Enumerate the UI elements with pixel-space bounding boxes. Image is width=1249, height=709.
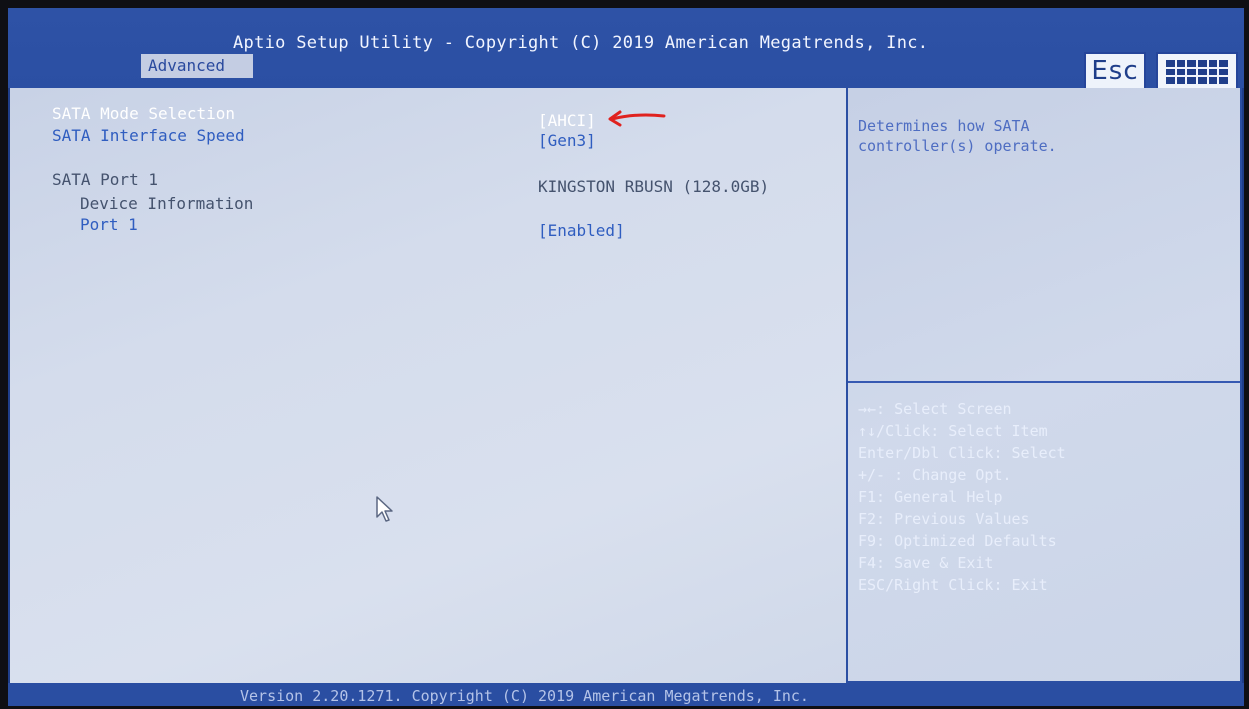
setting-sata-interface-speed-label[interactable]: SATA Interface Speed (52, 126, 245, 145)
help-divider (848, 381, 1240, 383)
key-hint-previous-values: F2: Previous Values (858, 510, 1030, 528)
keyboard-icon (1166, 60, 1228, 84)
help-description: Determines how SATA controller(s) operat… (858, 116, 1057, 156)
main-settings-panel: SATA Mode Selection [AHCI] SATA Interfac… (10, 88, 847, 683)
setting-sata-port-1-label: SATA Port 1 (52, 170, 158, 189)
setting-port-1-label[interactable]: Port 1 (80, 215, 138, 234)
bios-screen: Aptio Setup Utility - Copyright (C) 2019… (8, 8, 1244, 706)
help-panel: Determines how SATA controller(s) operat… (846, 88, 1242, 683)
key-hint-general-help: F1: General Help (858, 488, 1003, 506)
key-hint-select-screen: →←: Select Screen (858, 400, 1012, 418)
setting-sata-mode-selection-label[interactable]: SATA Mode Selection (52, 104, 235, 123)
help-description-line: controller(s) operate. (858, 137, 1057, 155)
footer-version-text: Version 2.20.1271. Copyright (C) 2019 Am… (240, 687, 809, 705)
setting-device-information-label: Device Information (80, 194, 254, 213)
keyboard-button[interactable] (1156, 52, 1238, 90)
setting-sata-mode-selection-value[interactable]: [AHCI] (538, 111, 596, 130)
help-description-line: Determines how SATA (858, 117, 1030, 135)
key-hint-change-opt: +/- : Change Opt. (858, 466, 1012, 484)
setting-sata-port-1-value: KINGSTON RBUSN (128.0GB) (538, 177, 770, 196)
esc-button[interactable]: Esc (1084, 52, 1146, 90)
setting-sata-interface-speed-value[interactable]: [Gen3] (538, 131, 596, 150)
header-title: Aptio Setup Utility - Copyright (C) 2019… (233, 33, 929, 53)
key-hint-select-item: ↑↓/Click: Select Item (858, 422, 1048, 440)
key-hint-select: Enter/Dbl Click: Select (858, 444, 1066, 462)
header-bar: Aptio Setup Utility - Copyright (C) 2019… (8, 8, 1244, 90)
red-arrow-annotation (608, 110, 666, 127)
tab-advanced[interactable]: Advanced (141, 54, 253, 78)
mouse-cursor-icon (376, 496, 393, 522)
key-hint-optimized-defaults: F9: Optimized Defaults (858, 532, 1057, 550)
key-hint-save-exit: F4: Save & Exit (858, 554, 994, 572)
footer-bar: Version 2.20.1271. Copyright (C) 2019 Am… (8, 683, 1244, 706)
key-hint-exit: ESC/Right Click: Exit (858, 576, 1048, 594)
help-key-legend: →←: Select Screen ↑↓/Click: Select Item … (858, 398, 1066, 596)
setting-port-1-value[interactable]: [Enabled] (538, 221, 625, 240)
